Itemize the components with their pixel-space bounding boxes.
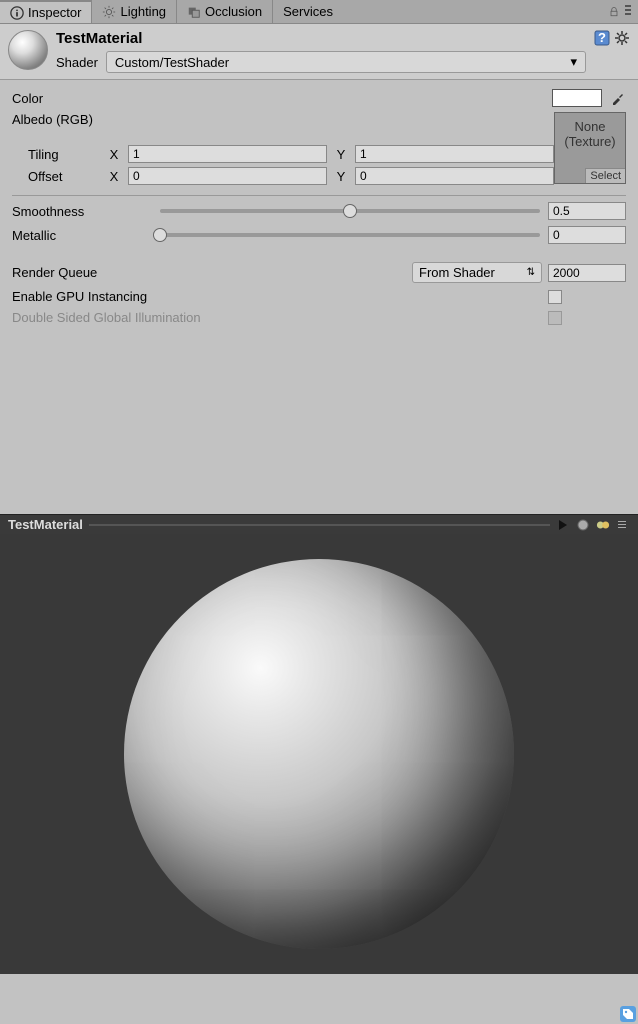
tab-bar: Inspector Lighting Occlusion Services [0, 0, 638, 24]
shader-dropdown[interactable]: Custom/TestShader ▾ [106, 51, 586, 73]
tab-lighting[interactable]: Lighting [92, 0, 177, 23]
smoothness-slider[interactable] [160, 209, 540, 213]
offset-label: Offset [28, 169, 100, 184]
info-icon [10, 6, 24, 20]
texture-select-button[interactable]: Select [585, 168, 625, 183]
slider-thumb[interactable] [343, 204, 357, 218]
gpu-instancing-checkbox[interactable] [548, 290, 562, 304]
smoothness-value-input[interactable] [548, 202, 626, 220]
render-queue-mode: From Shader [419, 265, 495, 280]
shader-value: Custom/TestShader [115, 55, 229, 70]
y-label-2: Y [331, 169, 351, 184]
dropdown-icon[interactable] [624, 4, 632, 19]
gear-icon[interactable] [614, 30, 630, 46]
tiling-x-input[interactable] [128, 145, 327, 163]
albedo-label: Albedo (RGB) [12, 112, 554, 127]
preview-header: TestMaterial [0, 514, 638, 534]
material-sphere-icon [8, 30, 48, 70]
texture-type-label: (Texture) [564, 134, 615, 149]
x-label-2: X [104, 169, 124, 184]
render-queue-dropdown[interactable]: From Shader ⇅ [412, 262, 542, 283]
lock-icon[interactable] [608, 6, 620, 18]
metallic-value-input[interactable] [548, 226, 626, 244]
color-swatch[interactable] [552, 89, 602, 107]
light-preview-icon[interactable] [596, 518, 610, 532]
tab-lighting-label: Lighting [120, 4, 166, 19]
material-preview[interactable] [0, 534, 638, 974]
spacer [0, 339, 638, 514]
metallic-label: Metallic [12, 228, 152, 243]
preview-sphere [124, 559, 514, 949]
offset-x-input[interactable] [128, 167, 327, 185]
albedo-texture-slot[interactable]: None (Texture) Select [554, 112, 626, 184]
tab-occlusion-label: Occlusion [205, 4, 262, 19]
smoothness-label: Smoothness [12, 204, 152, 219]
help-icon[interactable]: ? [594, 30, 610, 46]
shader-label: Shader [56, 55, 98, 70]
tiling-label: Tiling [28, 147, 100, 162]
tab-occlusion[interactable]: Occlusion [177, 0, 273, 23]
slider-thumb[interactable] [153, 228, 167, 242]
dsgi-checkbox [548, 311, 562, 325]
occlusion-icon [187, 5, 201, 19]
properties-panel: Color Albedo (RGB) Tiling X Y Offset X Y [0, 80, 638, 339]
chevron-updown-icon: ⇅ [527, 267, 535, 278]
material-name: TestMaterial [56, 30, 586, 47]
tab-inspector-label: Inspector [28, 5, 81, 20]
material-header: TestMaterial Shader Custom/TestShader ▾ … [0, 24, 638, 80]
svg-text:?: ? [598, 30, 606, 45]
gpu-instancing-label: Enable GPU Instancing [12, 289, 548, 304]
chevron-down-icon: ▾ [570, 54, 577, 70]
eyedropper-icon[interactable] [610, 90, 626, 106]
color-label: Color [12, 91, 152, 106]
y-label: Y [331, 147, 351, 162]
texture-none-label: None [564, 119, 615, 134]
preview-drag-handle[interactable] [89, 524, 550, 526]
separator [12, 195, 626, 196]
preview-title: TestMaterial [8, 517, 83, 532]
dsgi-label: Double Sided Global Illumination [12, 310, 548, 325]
x-label: X [104, 147, 124, 162]
tab-services-label: Services [283, 4, 333, 19]
render-queue-label: Render Queue [12, 265, 412, 280]
tab-inspector[interactable]: Inspector [0, 0, 92, 23]
metallic-slider[interactable] [160, 233, 540, 237]
sphere-preview-icon[interactable] [576, 518, 590, 532]
play-icon[interactable] [556, 518, 570, 532]
render-queue-value-input[interactable] [548, 264, 626, 282]
sun-icon [102, 5, 116, 19]
tag-icon[interactable] [620, 1006, 636, 1022]
tiling-y-input[interactable] [355, 145, 554, 163]
preview-menu-icon[interactable] [616, 518, 630, 532]
offset-y-input[interactable] [355, 167, 554, 185]
tab-services[interactable]: Services [273, 0, 343, 23]
